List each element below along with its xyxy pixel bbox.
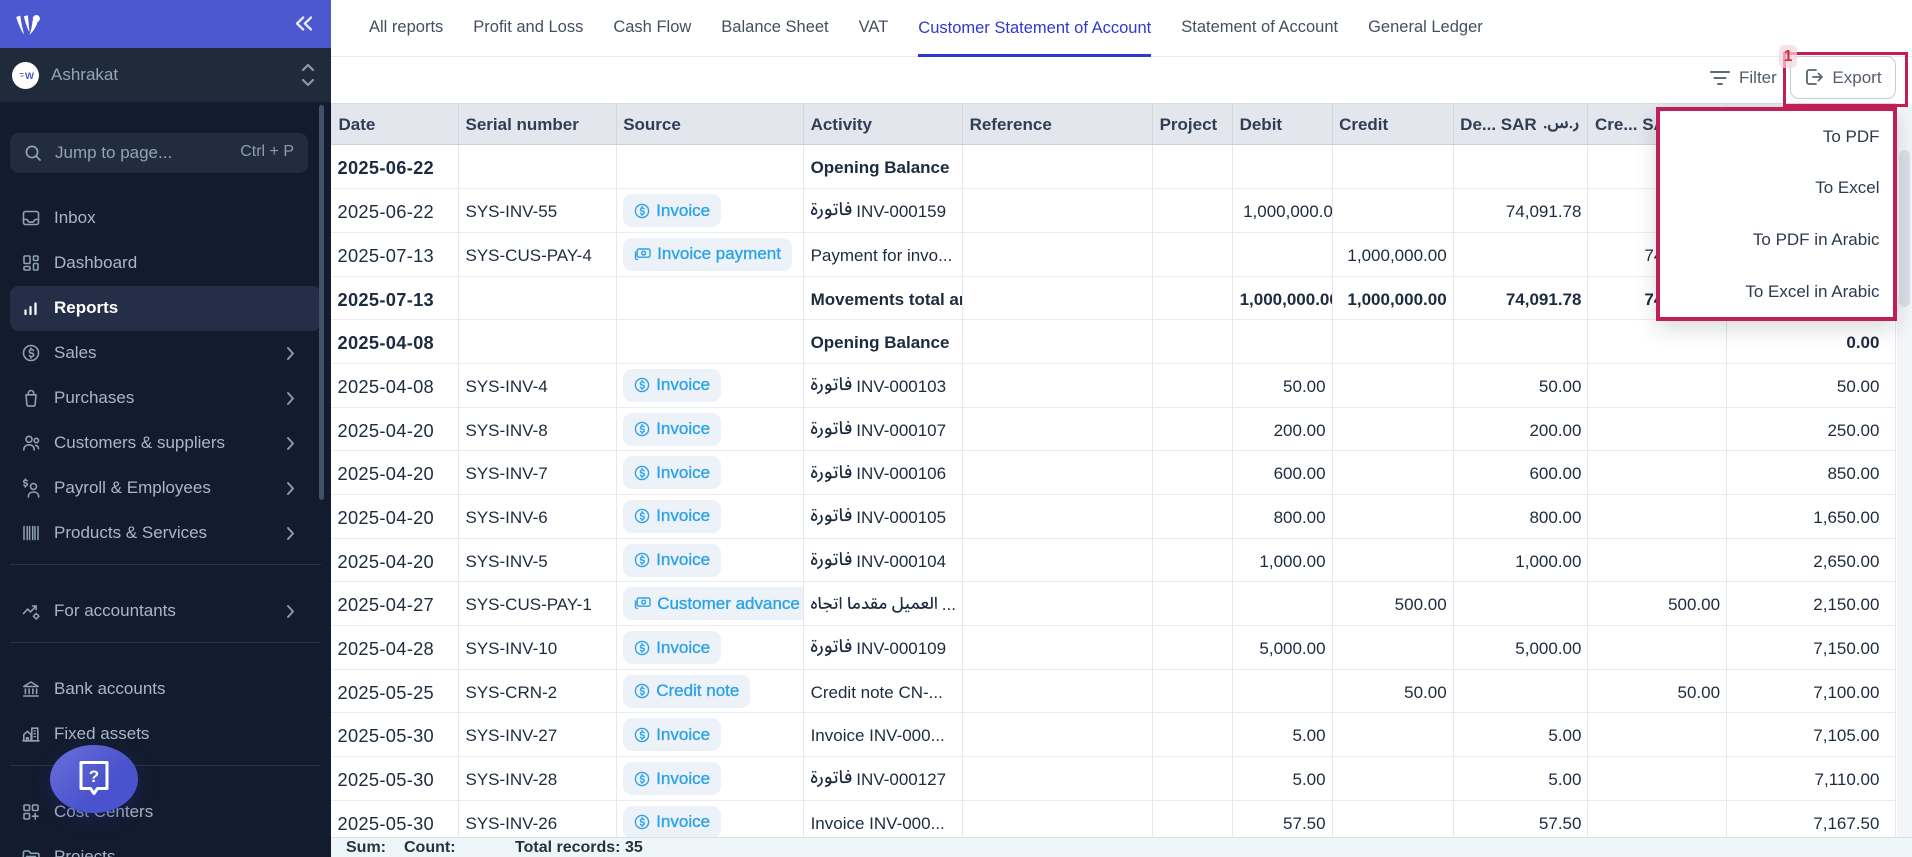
svg-text:W: W [25,71,34,82]
svg-text:?: ? [89,767,99,786]
